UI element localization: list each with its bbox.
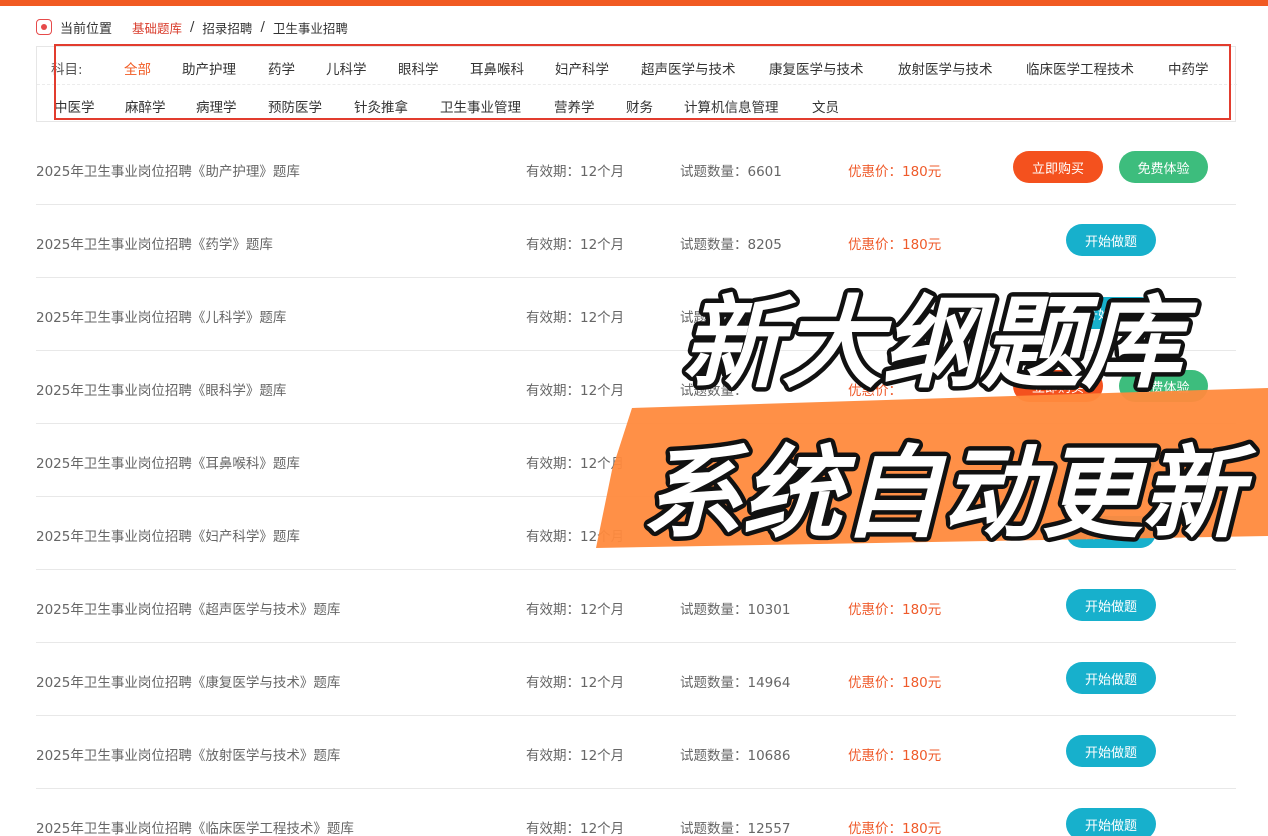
question-count: 试题数量：10686 bbox=[680, 748, 791, 764]
breadcrumb-label: 当前位置 bbox=[60, 21, 113, 37]
bank-title[interactable]: 2025年卫生事业岗位招聘《超声医学与技术》题库 bbox=[36, 598, 340, 618]
validity-text: 有效期：12个月 bbox=[526, 310, 625, 326]
buy-now-button[interactable]: 立即购买 bbox=[1013, 370, 1103, 402]
highlight-box bbox=[54, 44, 1231, 120]
top-accent-bar bbox=[0, 0, 1268, 6]
start-practice-button[interactable]: 开始做题 bbox=[1066, 808, 1156, 836]
validity-text: 有效期：12个月 bbox=[526, 602, 625, 618]
validity-text: 有效期：12个月 bbox=[526, 383, 625, 399]
question-bank-list: 2025年卫生事业岗位招聘《助产护理》题库 有效期：12个月 试题数量：6601… bbox=[36, 132, 1236, 836]
price-text: 优惠价：180元 bbox=[848, 675, 942, 691]
validity-text: 有效期：12个月 bbox=[526, 456, 625, 472]
list-item: 2025年卫生事业岗位招聘《儿科学》题库 有效期：12个月 试题数量： 开始做题 bbox=[36, 278, 1236, 351]
list-item: 2025年卫生事业岗位招聘《超声医学与技术》题库 有效期：12个月 试题数量：1… bbox=[36, 570, 1236, 643]
question-count: 试题数量：10301 bbox=[680, 602, 791, 618]
bank-title[interactable]: 2025年卫生事业岗位招聘《儿科学》题库 bbox=[36, 306, 286, 326]
free-trial-button[interactable]: 免费体验 bbox=[1119, 151, 1208, 183]
bank-title[interactable]: 2025年卫生事业岗位招聘《临床医学工程技术》题库 bbox=[36, 817, 354, 836]
validity-text: 有效期：12个月 bbox=[526, 529, 625, 545]
list-item: 2025年卫生事业岗位招聘《康复医学与技术》题库 有效期：12个月 试题数量：1… bbox=[36, 643, 1236, 716]
price-text: 优惠价：180元 bbox=[848, 821, 942, 836]
question-count: 试题数量：6601 bbox=[680, 164, 782, 180]
question-count: 试题数量：12557 bbox=[680, 821, 791, 836]
validity-text: 有效期：12个月 bbox=[526, 237, 625, 253]
start-practice-button[interactable]: 开始做题 bbox=[1066, 443, 1156, 475]
start-practice-button[interactable]: 开始做题 bbox=[1066, 662, 1156, 694]
bank-title[interactable]: 2025年卫生事业岗位招聘《妇产科学》题库 bbox=[36, 525, 300, 545]
breadcrumb-item-health-recruitment[interactable]: 卫生事业招聘 bbox=[273, 18, 348, 37]
breadcrumb: 当前位置 基础题库 / 招录招聘 / 卫生事业招聘 bbox=[36, 16, 348, 38]
question-count: 试题数量：8205 bbox=[680, 237, 782, 253]
start-practice-button[interactable]: 开始做题 bbox=[1066, 516, 1156, 548]
price-text: 优惠价：180元 bbox=[848, 237, 942, 253]
validity-text: 有效期：12个月 bbox=[526, 821, 625, 836]
start-practice-button[interactable]: 开始做题 bbox=[1066, 735, 1156, 767]
breadcrumb-separator: / bbox=[190, 19, 195, 35]
list-item: 2025年卫生事业岗位招聘《耳鼻喉科》题库 有效期：12个月 开始做题 bbox=[36, 424, 1236, 497]
start-practice-button[interactable]: 开始做题 bbox=[1066, 589, 1156, 621]
location-icon bbox=[36, 19, 52, 35]
list-item: 2025年卫生事业岗位招聘《助产护理》题库 有效期：12个月 试题数量：6601… bbox=[36, 132, 1236, 205]
price-text: 优惠价：180元 bbox=[848, 164, 942, 180]
validity-text: 有效期：12个月 bbox=[526, 164, 625, 180]
list-item: 2025年卫生事业岗位招聘《眼科学》题库 有效期：12个月 试题数量： 优惠价：… bbox=[36, 351, 1236, 424]
bank-title[interactable]: 2025年卫生事业岗位招聘《眼科学》题库 bbox=[36, 379, 286, 399]
price-text: 优惠价：180元 bbox=[848, 748, 942, 764]
subject-filter-panel: 科目: 全部 助产护理 药学 儿科学 眼科学 耳鼻喉科 妇产科学 超声医学与技术… bbox=[36, 44, 1237, 122]
breadcrumb-item-recruitment[interactable]: 招录招聘 bbox=[202, 18, 252, 37]
list-item: 2025年卫生事业岗位招聘《放射医学与技术》题库 有效期：12个月 试题数量：1… bbox=[36, 716, 1236, 789]
breadcrumb-separator: / bbox=[260, 19, 265, 35]
validity-text: 有效期：12个月 bbox=[526, 675, 625, 691]
breadcrumb-item-basic-bank[interactable]: 基础题库 bbox=[132, 18, 182, 37]
question-count: 试题数量： bbox=[680, 310, 748, 326]
list-item: 2025年卫生事业岗位招聘《药学》题库 有效期：12个月 试题数量：8205 优… bbox=[36, 205, 1236, 278]
bank-title[interactable]: 2025年卫生事业岗位招聘《药学》题库 bbox=[36, 233, 273, 253]
start-practice-button[interactable]: 开始做题 bbox=[1066, 297, 1156, 329]
question-count: 试题数量： bbox=[680, 383, 748, 399]
bank-title[interactable]: 2025年卫生事业岗位招聘《耳鼻喉科》题库 bbox=[36, 452, 300, 472]
price-text: 优惠价：180元 bbox=[848, 602, 942, 618]
list-item: 2025年卫生事业岗位招聘《临床医学工程技术》题库 有效期：12个月 试题数量：… bbox=[36, 789, 1236, 836]
bank-title[interactable]: 2025年卫生事业岗位招聘《康复医学与技术》题库 bbox=[36, 671, 340, 691]
bank-title[interactable]: 2025年卫生事业岗位招聘《助产护理》题库 bbox=[36, 160, 300, 180]
buy-now-button[interactable]: 立即购买 bbox=[1013, 151, 1103, 183]
price-text: 优惠价： bbox=[848, 383, 902, 399]
bank-title[interactable]: 2025年卫生事业岗位招聘《放射医学与技术》题库 bbox=[36, 744, 340, 764]
question-count: 试题数量：14964 bbox=[680, 675, 791, 691]
free-trial-button[interactable]: 免费体验 bbox=[1119, 370, 1208, 402]
list-item: 2025年卫生事业岗位招聘《妇产科学》题库 有效期：12个月 开始做题 bbox=[36, 497, 1236, 570]
start-practice-button[interactable]: 开始做题 bbox=[1066, 224, 1156, 256]
validity-text: 有效期：12个月 bbox=[526, 748, 625, 764]
